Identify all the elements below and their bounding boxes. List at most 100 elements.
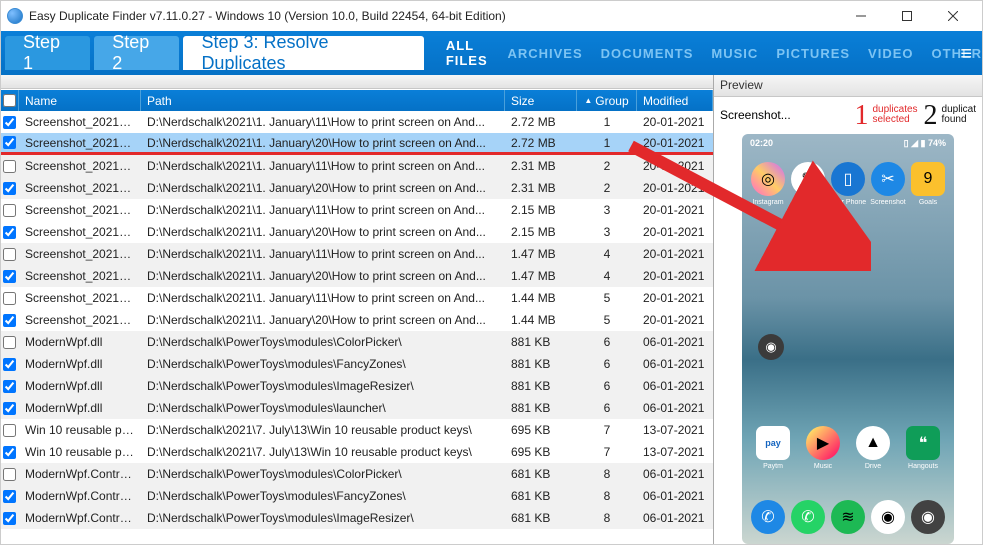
app-icon <box>7 8 23 24</box>
table-row[interactable]: ModernWpf.dllD:\Nerdschalk\PowerToys\mod… <box>1 353 713 375</box>
cell-name: Screenshot_202101... <box>19 313 141 327</box>
table-row[interactable]: Screenshot_202101...D:\Nerdschalk\2021\1… <box>1 287 713 309</box>
table-row[interactable]: Win 10 reusable pro...D:\Nerdschalk\2021… <box>1 419 713 441</box>
cell-group: 3 <box>577 203 637 217</box>
col-path[interactable]: Path <box>141 90 505 111</box>
cell-name: ModernWpf.dll <box>19 335 141 349</box>
table-row[interactable]: Screenshot_202101...D:\Nerdschalk\2021\1… <box>1 177 713 199</box>
table-row[interactable]: Screenshot_202101...D:\Nerdschalk\2021\1… <box>1 111 713 133</box>
filter-all[interactable]: All Files <box>446 38 490 68</box>
cell-path: D:\Nerdschalk\2021\1. January\20\How to … <box>141 225 505 239</box>
cell-name: ModernWpf.dll <box>19 379 141 393</box>
paytm-icon: pay <box>756 426 790 460</box>
row-checkbox[interactable] <box>3 226 16 239</box>
cell-group: 6 <box>577 357 637 371</box>
row-checkbox[interactable] <box>3 336 16 349</box>
row-checkbox[interactable] <box>3 182 16 195</box>
grid-body[interactable]: Screenshot_202101...D:\Nerdschalk\2021\1… <box>1 111 713 544</box>
close-button[interactable] <box>930 1 976 31</box>
minimize-button[interactable] <box>838 1 884 31</box>
cell-path: D:\Nerdschalk\2021\1. January\20\How to … <box>141 313 505 327</box>
cell-path: D:\Nerdschalk\2021\7. July\13\Win 10 reu… <box>141 423 505 437</box>
row-checkbox[interactable] <box>3 136 16 149</box>
instagram-icon: ◎ <box>751 162 785 196</box>
select-all-checkbox[interactable] <box>3 94 16 107</box>
cell-path: D:\Nerdschalk\PowerToys\modules\ImageRes… <box>141 511 505 525</box>
table-row[interactable]: ModernWpf.dllD:\Nerdschalk\PowerToys\mod… <box>1 331 713 353</box>
table-row[interactable]: ModernWpf.Controls...D:\Nerdschalk\Power… <box>1 463 713 485</box>
table-row[interactable]: Screenshot_202101...D:\Nerdschalk\2021\1… <box>1 221 713 243</box>
row-checkbox[interactable] <box>3 490 16 503</box>
row-checkbox[interactable] <box>3 424 16 437</box>
filter-music[interactable]: Music <box>711 46 758 61</box>
table-row[interactable]: ModernWpf.dllD:\Nerdschalk\PowerToys\mod… <box>1 397 713 419</box>
table-row[interactable]: Screenshot_202101...D:\Nerdschalk\2021\1… <box>1 155 713 177</box>
yourphone-icon: ▯ <box>831 162 865 196</box>
table-row[interactable]: Screenshot_202101...D:\Nerdschalk\2021\1… <box>1 199 713 221</box>
cell-group: 8 <box>577 511 637 525</box>
row-checkbox[interactable] <box>3 270 16 283</box>
grid-header: Name Path Size ▲Group Modified <box>1 89 713 111</box>
sort-asc-icon: ▲ <box>584 96 592 105</box>
table-row[interactable]: ModernWpf.Controls...D:\Nerdschalk\Power… <box>1 485 713 507</box>
tab-step2[interactable]: Step 2 <box>94 36 179 70</box>
hamburger-icon[interactable]: ≡ <box>956 43 976 66</box>
table-row[interactable]: ModernWpf.Controls...D:\Nerdschalk\Power… <box>1 507 713 529</box>
music-icon: ▶ <box>806 426 840 460</box>
cell-path: D:\Nerdschalk\PowerToys\modules\FancyZon… <box>141 489 505 503</box>
phone-dialer-icon: ✆ <box>751 500 785 534</box>
filter-documents[interactable]: Documents <box>601 46 694 61</box>
cell-name: Screenshot_202101... <box>19 181 141 195</box>
window-controls <box>838 1 976 31</box>
row-checkbox[interactable] <box>3 248 16 261</box>
col-name[interactable]: Name <box>19 90 141 111</box>
tab-step3[interactable]: Step 3: Resolve Duplicates <box>183 36 423 70</box>
col-size[interactable]: Size <box>505 90 577 111</box>
cell-group: 6 <box>577 335 637 349</box>
row-checkbox[interactable] <box>3 468 16 481</box>
cell-name: ModernWpf.Controls... <box>19 489 141 503</box>
filter-video[interactable]: Video <box>868 46 913 61</box>
row-checkbox[interactable] <box>3 160 16 173</box>
table-row[interactable]: Win 10 reusable pro...D:\Nerdschalk\2021… <box>1 441 713 463</box>
col-checkbox[interactable] <box>1 90 19 111</box>
row-checkbox[interactable] <box>3 358 16 371</box>
tab-step1[interactable]: Step 1 <box>5 36 90 70</box>
cell-modified: 06-01-2021 <box>637 489 713 503</box>
cell-group: 1 <box>577 115 637 129</box>
cell-group: 2 <box>577 159 637 173</box>
cell-modified: 06-01-2021 <box>637 357 713 371</box>
col-group[interactable]: ▲Group <box>577 90 637 111</box>
camera-icon: ◉ <box>911 500 945 534</box>
app-window: Easy Duplicate Finder v7.11.0.27 - Windo… <box>0 0 983 545</box>
cell-modified: 20-01-2021 <box>637 115 713 129</box>
row-checkbox[interactable] <box>3 446 16 459</box>
row-checkbox[interactable] <box>3 380 16 393</box>
row-checkbox[interactable] <box>3 116 16 129</box>
row-checkbox[interactable] <box>3 204 16 217</box>
row-checkbox[interactable] <box>3 314 16 327</box>
filter-pictures[interactable]: Pictures <box>776 46 850 61</box>
cell-name: ModernWpf.Controls... <box>19 511 141 525</box>
maximize-button[interactable] <box>884 1 930 31</box>
row-checkbox[interactable] <box>3 292 16 305</box>
cell-size: 1.44 MB <box>505 313 577 327</box>
cell-name: Screenshot_202101... <box>19 291 141 305</box>
cell-size: 2.15 MB <box>505 225 577 239</box>
row-checkbox[interactable] <box>3 512 16 525</box>
row-checkbox[interactable] <box>3 402 16 415</box>
table-row[interactable]: Screenshot_202101...D:\Nerdschalk\2021\1… <box>1 265 713 287</box>
window-title: Easy Duplicate Finder v7.11.0.27 - Windo… <box>29 9 838 23</box>
cell-path: D:\Nerdschalk\2021\7. July\13\Win 10 reu… <box>141 445 505 459</box>
preview-image: 02:20▯ ◢ ▮ 74% ◎Instagram ✎How-To ▯Your … <box>742 134 954 544</box>
ribbon: Step 1 Step 2 Step 3: Resolve Duplicates… <box>1 31 982 75</box>
table-row[interactable]: ModernWpf.dllD:\Nerdschalk\PowerToys\mod… <box>1 375 713 397</box>
phone-row-top: ◎Instagram ✎How-To ▯Your Phone ✂Screensh… <box>742 162 954 206</box>
table-row[interactable]: Screenshot_202101...D:\Nerdschalk\2021\1… <box>1 243 713 265</box>
cell-modified: 06-01-2021 <box>637 511 713 525</box>
col-modified[interactable]: Modified <box>637 90 713 111</box>
table-row[interactable]: Screenshot_202101...D:\Nerdschalk\2021\1… <box>1 309 713 331</box>
table-row[interactable]: Screenshot_202101...D:\Nerdschalk\2021\1… <box>1 133 713 155</box>
cell-group: 4 <box>577 247 637 261</box>
filter-archives[interactable]: Archives <box>507 46 582 61</box>
